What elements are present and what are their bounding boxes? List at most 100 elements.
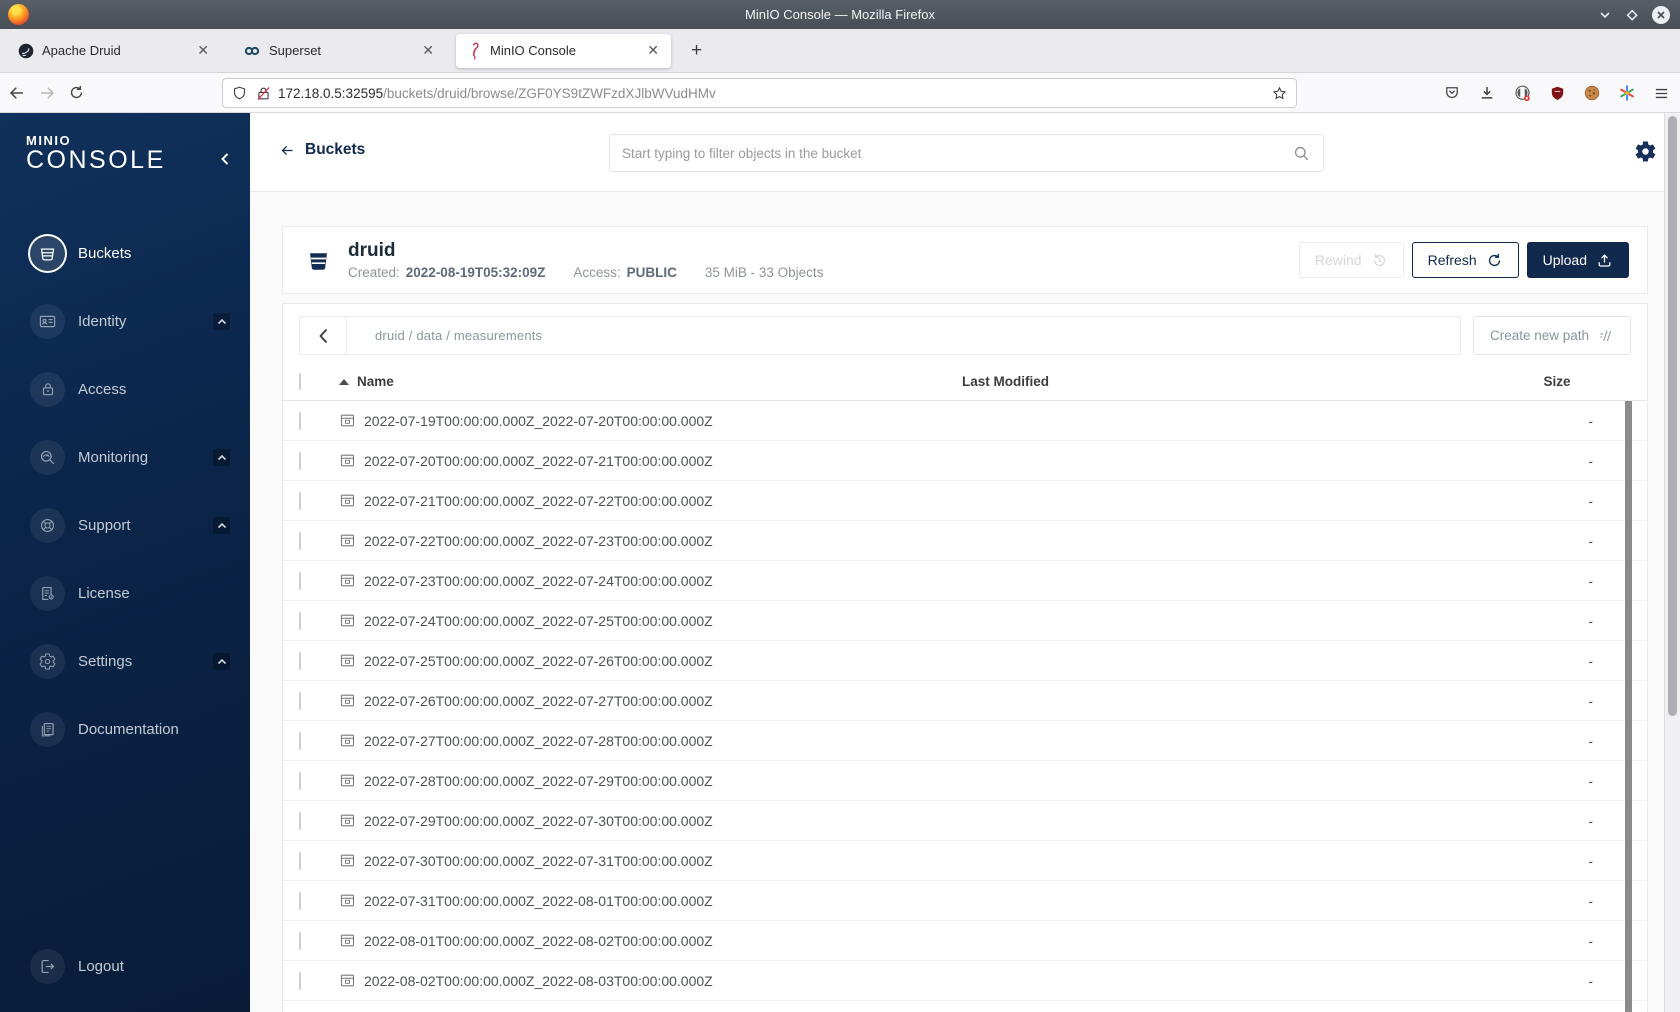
tab-close-icon[interactable]: ✕ — [643, 42, 663, 59]
bookmark-star-icon[interactable] — [1271, 85, 1288, 102]
row-checkbox[interactable] — [299, 811, 301, 830]
object-name[interactable]: 2022-07-23T00:00:00.000Z_2022-07-24T00:0… — [364, 573, 713, 589]
insecure-lock-icon[interactable] — [255, 85, 272, 102]
close-icon[interactable] — [1652, 5, 1670, 24]
cookie-icon[interactable] — [1583, 84, 1601, 102]
sort-ascending-icon[interactable] — [339, 378, 349, 385]
row-checkbox[interactable] — [299, 891, 301, 910]
search-input[interactable] — [622, 145, 1292, 161]
minimize-icon[interactable] — [1598, 8, 1612, 22]
object-name[interactable]: 2022-07-19T00:00:00.000Z_2022-07-20T00:0… — [364, 413, 713, 429]
object-row[interactable]: 2022-07-28T00:00:00.000Z_2022-07-29T00:0… — [283, 761, 1647, 801]
row-checkbox[interactable] — [299, 571, 301, 590]
path-back-chevron-icon[interactable] — [300, 317, 347, 354]
shield-icon[interactable] — [231, 85, 248, 102]
maximize-icon[interactable] — [1625, 8, 1639, 22]
object-row[interactable]: 2022-07-21T00:00:00.000Z_2022-07-22T00:0… — [283, 481, 1647, 521]
row-checkbox[interactable] — [299, 651, 301, 670]
sidebar-item-settings[interactable]: Settings — [0, 627, 250, 695]
object-row[interactable]: 2022-07-26T00:00:00.000Z_2022-07-27T00:0… — [283, 681, 1647, 721]
tab-minio-console[interactable]: MinIO Console ✕ — [456, 33, 671, 68]
object-name[interactable]: 2022-07-27T00:00:00.000Z_2022-07-28T00:0… — [364, 733, 713, 749]
object-row[interactable]: 2022-07-29T00:00:00.000Z_2022-07-30T00:0… — [283, 801, 1647, 841]
window-scrollbar[interactable] — [1664, 113, 1680, 1012]
object-row[interactable]: 2022-07-25T00:00:00.000Z_2022-07-26T00:0… — [283, 641, 1647, 681]
object-row[interactable]: 2022-07-30T00:00:00.000Z_2022-07-31T00:0… — [283, 841, 1647, 881]
object-name[interactable]: 2022-07-20T00:00:00.000Z_2022-07-21T00:0… — [364, 453, 713, 469]
menu-icon[interactable] — [1653, 85, 1670, 102]
row-checkbox[interactable] — [299, 771, 301, 790]
extension-icon[interactable] — [1513, 84, 1532, 103]
tab-superset[interactable]: Superset ✕ — [231, 34, 446, 68]
multicolor-extension-icon[interactable] — [1618, 84, 1636, 102]
object-name[interactable]: 2022-08-01T00:00:00.000Z_2022-08-02T00:0… — [364, 933, 713, 949]
object-name[interactable]: 2022-07-28T00:00:00.000Z_2022-07-29T00:0… — [364, 773, 713, 789]
object-row[interactable]: 2022-08-02T00:00:00.000Z_2022-08-03T00:0… — [283, 961, 1647, 1001]
sidebar-item-buckets[interactable]: Buckets — [0, 219, 250, 287]
object-row[interactable]: 2022-07-31T00:00:00.000Z_2022-08-01T00:0… — [283, 881, 1647, 921]
column-name[interactable]: Name — [357, 374, 394, 389]
breadcrumb-path[interactable]: druid / data / measurements — [347, 328, 542, 343]
column-size[interactable]: Size — [1467, 374, 1647, 389]
upload-button[interactable]: Upload — [1526, 242, 1629, 278]
window-scrollbar-thumb[interactable] — [1668, 116, 1677, 716]
tab-close-icon[interactable]: ✕ — [418, 42, 438, 59]
row-checkbox[interactable] — [299, 731, 301, 750]
object-name[interactable]: 2022-07-22T00:00:00.000Z_2022-07-23T00:0… — [364, 533, 713, 549]
select-all-checkbox[interactable] — [299, 373, 301, 390]
row-checkbox[interactable] — [299, 531, 301, 550]
chevron-up-icon[interactable] — [213, 652, 230, 670]
sidebar-collapse-icon[interactable] — [218, 151, 232, 167]
object-name[interactable]: 2022-07-30T00:00:00.000Z_2022-07-31T00:0… — [364, 853, 713, 869]
row-checkbox[interactable] — [299, 931, 301, 950]
object-name[interactable]: 2022-07-24T00:00:00.000Z_2022-07-25T00:0… — [364, 613, 713, 629]
object-row[interactable]: 2022-07-19T00:00:00.000Z_2022-07-20T00:0… — [283, 401, 1647, 441]
url-bar[interactable]: 172.18.0.5:32595/buckets/druid/browse/ZG… — [222, 78, 1297, 108]
column-last-modified[interactable]: Last Modified — [950, 374, 1467, 389]
pocket-icon[interactable] — [1443, 84, 1461, 102]
tab-apache-druid[interactable]: Apache Druid ✕ — [6, 34, 221, 68]
chevron-up-icon[interactable] — [213, 448, 230, 466]
object-name[interactable]: 2022-07-21T00:00:00.000Z_2022-07-22T00:0… — [364, 493, 713, 509]
console-settings-gear-icon[interactable] — [1633, 139, 1658, 164]
sidebar-item-logout[interactable]: Logout — [0, 932, 250, 1000]
back-to-buckets-link[interactable]: Buckets — [279, 141, 365, 159]
table-scrollbar[interactable] — [1625, 401, 1632, 1012]
download-icon[interactable] — [1478, 84, 1496, 102]
row-checkbox[interactable] — [299, 611, 301, 630]
sidebar-item-support[interactable]: Support — [0, 491, 250, 559]
object-row[interactable]: 2022-07-20T00:00:00.000Z_2022-07-21T00:0… — [283, 441, 1647, 481]
forward-icon[interactable] — [38, 84, 68, 102]
row-checkbox[interactable] — [299, 851, 301, 870]
ublock-shield-icon[interactable] — [1549, 85, 1566, 102]
sidebar-item-identity[interactable]: Identity — [0, 287, 250, 355]
object-name[interactable]: 2022-07-25T00:00:00.000Z_2022-07-26T00:0… — [364, 653, 713, 669]
row-checkbox[interactable] — [299, 491, 301, 510]
object-row[interactable]: 2022-07-23T00:00:00.000Z_2022-07-24T00:0… — [283, 561, 1647, 601]
object-name[interactable]: 2022-07-26T00:00:00.000Z_2022-07-27T00:0… — [364, 693, 713, 709]
object-name[interactable]: 2022-07-31T00:00:00.000Z_2022-08-01T00:0… — [364, 893, 713, 909]
create-new-path-button[interactable]: Create new path — [1473, 316, 1631, 355]
rewind-button[interactable]: Rewind — [1298, 242, 1404, 278]
row-checkbox[interactable] — [299, 451, 301, 470]
object-row[interactable]: 2022-07-27T00:00:00.000Z_2022-07-28T00:0… — [283, 721, 1647, 761]
chevron-up-icon[interactable] — [213, 516, 230, 534]
sidebar-item-monitoring[interactable]: Monitoring — [0, 423, 250, 491]
new-tab-button[interactable]: + — [681, 40, 712, 62]
object-row[interactable]: 2022-07-24T00:00:00.000Z_2022-07-25T00:0… — [283, 601, 1647, 641]
sidebar-item-documentation[interactable]: Documentation — [0, 695, 250, 763]
object-row[interactable]: 2022-07-22T00:00:00.000Z_2022-07-23T00:0… — [283, 521, 1647, 561]
object-filter-search[interactable] — [609, 134, 1324, 172]
object-name[interactable]: 2022-07-29T00:00:00.000Z_2022-07-30T00:0… — [364, 813, 713, 829]
tab-close-icon[interactable]: ✕ — [193, 42, 213, 59]
row-checkbox[interactable] — [299, 691, 301, 710]
reload-icon[interactable] — [68, 84, 98, 101]
refresh-button[interactable]: Refresh — [1411, 242, 1519, 278]
row-checkbox[interactable] — [299, 411, 301, 430]
object-row[interactable]: 2022-08-01T00:00:00.000Z_2022-08-02T00:0… — [283, 921, 1647, 961]
row-checkbox[interactable] — [299, 971, 301, 990]
back-icon[interactable] — [8, 84, 38, 102]
sidebar-item-access[interactable]: Access — [0, 355, 250, 423]
sidebar-item-license[interactable]: License — [0, 559, 250, 627]
chevron-up-icon[interactable] — [213, 312, 230, 330]
